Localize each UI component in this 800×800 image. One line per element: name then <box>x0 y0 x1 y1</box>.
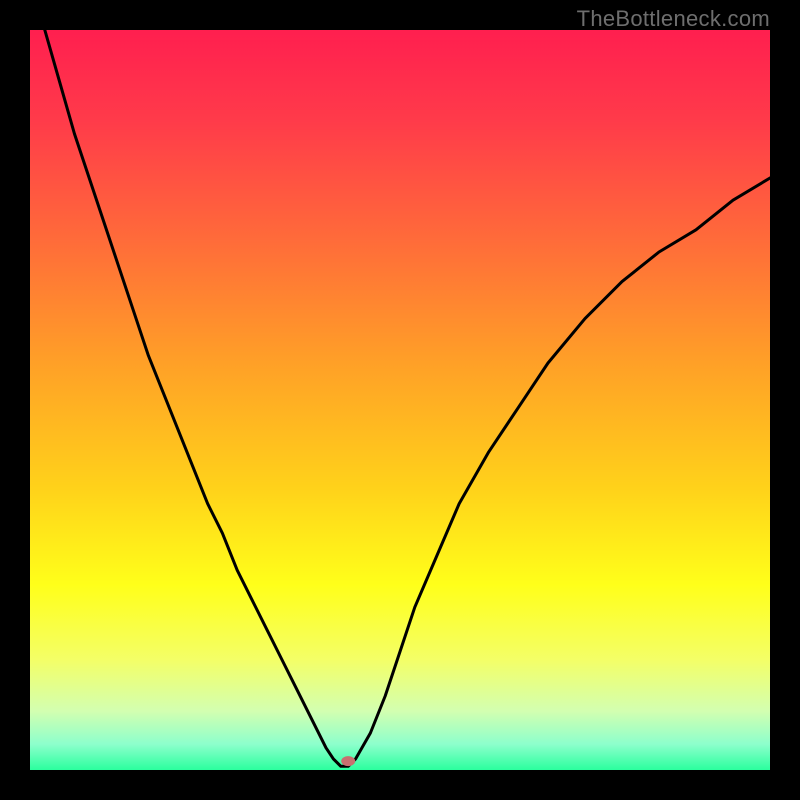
chart-frame: TheBottleneck.com <box>0 0 800 800</box>
watermark-text: TheBottleneck.com <box>577 6 770 32</box>
plot-area <box>30 30 770 770</box>
chart-svg <box>30 30 770 770</box>
optimum-marker <box>341 756 355 766</box>
gradient-background <box>30 30 770 770</box>
